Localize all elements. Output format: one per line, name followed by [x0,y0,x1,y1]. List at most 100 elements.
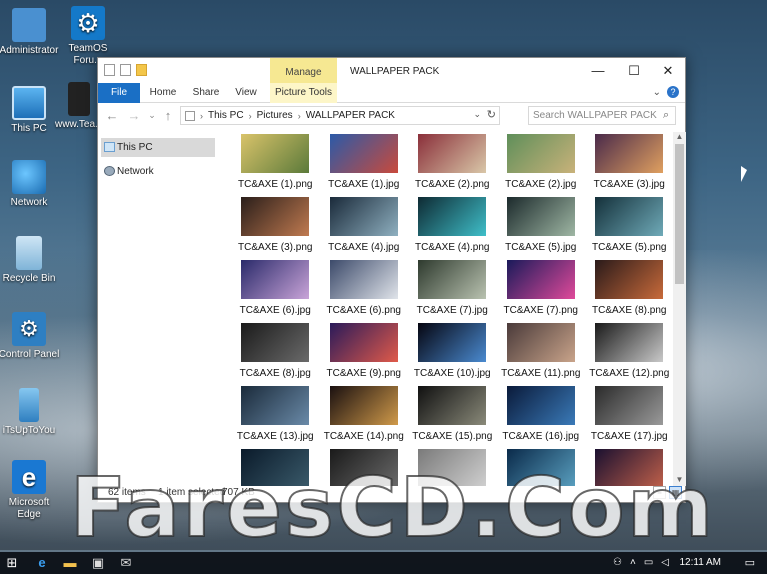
folder-icon [185,110,195,121]
search-icon[interactable]: ⌕ [663,109,681,122]
file-item[interactable]: TC&AXE (8).png [585,260,670,322]
desktop-icon-network[interactable]: Network [0,160,62,209]
file-explorer-icon[interactable]: ▬ [62,555,78,571]
tab-share[interactable]: Share [186,83,226,103]
file-item[interactable]: TC&AXE (4).jpg [320,197,409,259]
forward-arrow-icon[interactable]: → [126,108,142,123]
desktop-icon-control-panel[interactable]: ⚙ Control Panel [0,312,62,361]
file-item[interactable]: TC&AXE (12).png [585,323,670,385]
file-item[interactable]: TC&AXE (8).jpg [231,323,320,385]
people-icon[interactable]: ⚇ [613,557,622,568]
search-input[interactable]: Search WALLPAPER PACK [528,106,676,125]
nav-item-network[interactable]: Network [101,162,215,181]
desktop-icon-www-teamos[interactable]: www.Tea... [55,82,103,131]
system-tray: ⚇ ˄ ▭ ◁ [613,557,669,568]
image-thumbnail [418,260,487,299]
file-name: TC&AXE (5).jpg [505,242,577,253]
file-item[interactable]: TC&AXE (16).jpg [497,386,586,448]
file-item[interactable]: TC&AXE (3).jpg [585,134,670,196]
tab-home[interactable]: Home [140,83,186,103]
file-item[interactable]: TC&AXE (15).png [408,386,497,448]
control-panel-icon: ⚙ [12,312,46,346]
desktop-icon-itsuptoyou[interactable]: iTsUpToYou [0,388,62,437]
book-icon [68,82,90,116]
file-item[interactable]: TC&AXE (6).jpg [231,260,320,322]
navigation-pane: This PC Network [98,134,218,486]
recycle-bin-icon [16,236,42,270]
file-item[interactable]: TC&AXE (10).jpg [408,323,497,385]
minimize-button[interactable]: — [581,60,615,81]
image-thumbnail [241,386,310,425]
file-name: TC&AXE (13).jpg [236,431,314,442]
scrollbar-thumb[interactable] [675,144,684,284]
window-title: WALLPAPER PACK [350,66,440,77]
file-item[interactable]: TC&AXE (5).jpg [497,197,586,259]
desktop-icon-label: Administrator [0,45,59,56]
file-item[interactable]: TC&AXE (2).jpg [497,134,586,196]
tab-file[interactable]: File [98,83,140,103]
desktop-icon-recycle-bin[interactable]: Recycle Bin [0,236,62,285]
nav-item-label: Network [117,166,154,177]
file-item[interactable]: TC&AXE (1).jpg [320,134,409,196]
zipper-icon [19,388,39,422]
navigation-bar: ← → ⌄ ↑ › This PC › Pictures › WALLPAPER… [98,104,685,128]
checkmark-icon[interactable] [120,64,131,76]
desktop-icon-this-pc[interactable]: This PC [0,86,62,135]
file-item[interactable]: TC&AXE (2).png [408,134,497,196]
file-name: TC&AXE (8).jpg [239,368,311,379]
file-item[interactable]: TC&AXE (5).png [585,197,670,259]
desktop-icon-administrator[interactable]: Administrator [0,8,62,57]
file-name: TC&AXE (10).jpg [413,368,491,379]
expand-ribbon-icon[interactable]: ⌄ [653,87,661,98]
up-arrow-icon[interactable]: ↑ [160,108,176,123]
file-item[interactable]: TC&AXE (1).png [231,134,320,196]
file-name: TC&AXE (4).png [415,242,490,253]
clock[interactable]: 12:11 AM [679,557,721,568]
chevron-up-icon[interactable]: ˄ [630,557,636,568]
file-name: TC&AXE (8).png [592,305,667,316]
recent-locations-icon[interactable]: ⌄ [144,110,160,121]
file-item[interactable]: TC&AXE (4).png [408,197,497,259]
file-item[interactable]: TC&AXE (17).jpg [585,386,670,448]
file-name: TC&AXE (6).png [326,305,401,316]
windows-start-icon[interactable]: ⊞ [4,555,20,571]
scroll-up-icon[interactable]: ▲ [673,132,686,143]
file-name: TC&AXE (2).jpg [505,179,577,190]
mail-icon[interactable]: ✉ [118,555,134,571]
file-item[interactable]: TC&AXE (13).jpg [231,386,320,448]
network-icon [12,160,46,194]
image-thumbnail [595,134,664,173]
network-icon[interactable]: ▭ [644,557,653,568]
chevron-down-icon[interactable]: ⌄ [473,109,481,120]
file-item[interactable]: TC&AXE (9).png [320,323,409,385]
refresh-icon[interactable]: ↻ [487,108,496,121]
new-folder-icon[interactable] [136,64,147,76]
vertical-scrollbar[interactable]: ▲ ▼ [673,132,686,486]
store-icon[interactable]: ▣ [90,555,106,571]
address-bar[interactable]: › This PC › Pictures › WALLPAPER PACK ⌄ … [180,106,500,125]
file-item[interactable]: TC&AXE (7).png [497,260,586,322]
title-bar[interactable]: Manage WALLPAPER PACK — ☐ ✕ [98,58,685,83]
tab-picture-tools[interactable]: Picture Tools [270,83,337,103]
tab-view[interactable]: View [226,83,266,103]
help-icon[interactable]: ? [667,86,679,98]
desktop-icon-label: iTsUpToYou [2,425,56,436]
file-item[interactable]: TC&AXE (3).png [231,197,320,259]
notification-icon[interactable]: ▭ [745,556,755,569]
volume-icon[interactable]: ◁ [661,557,669,568]
nav-item-this-pc[interactable]: This PC [101,138,215,157]
back-arrow-icon[interactable]: ← [104,108,120,123]
file-item[interactable]: TC&AXE (7).jpg [408,260,497,322]
maximize-button[interactable]: ☐ [617,60,651,81]
breadcrumb-this-pc[interactable]: This PC [208,110,244,121]
properties-icon[interactable] [104,64,115,76]
close-button[interactable]: ✕ [651,60,685,81]
file-list: TC&AXE (1).png TC&AXE (1).jpg TC&AXE (2).p… [220,132,670,486]
file-item[interactable]: TC&AXE (6).png [320,260,409,322]
edge-icon[interactable]: e [34,555,50,571]
breadcrumb-wallpaper-pack[interactable]: WALLPAPER PACK [306,110,395,121]
file-item[interactable]: TC&AXE (14).png [320,386,409,448]
image-thumbnail [241,323,310,362]
file-item[interactable]: TC&AXE (11).png [497,323,586,385]
breadcrumb-pictures[interactable]: Pictures [257,110,293,121]
